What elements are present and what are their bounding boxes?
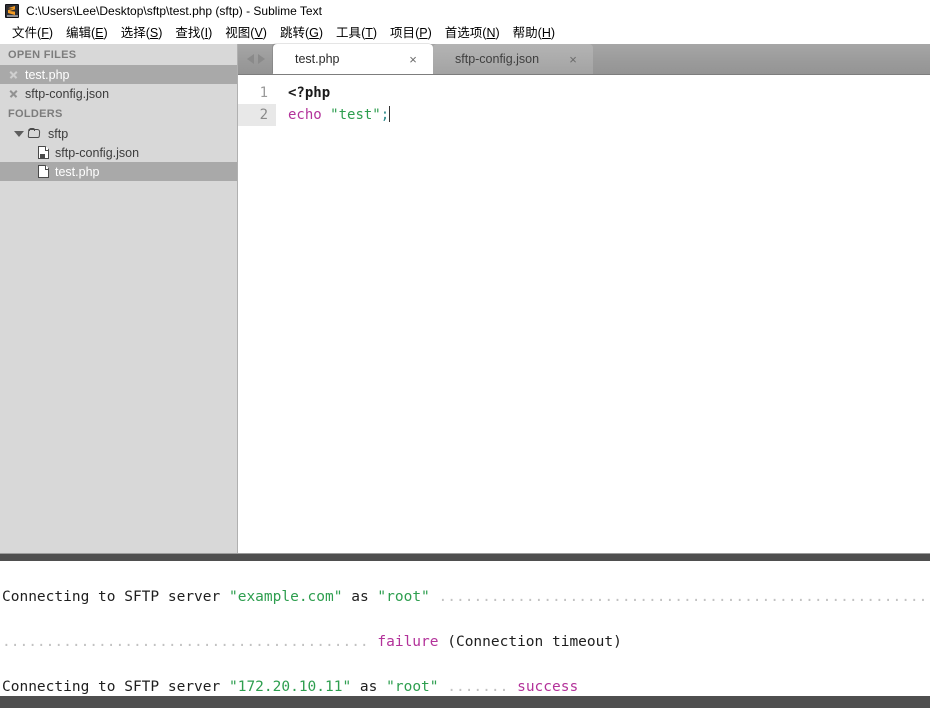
- console-dots: ........................................…: [438, 588, 930, 605]
- menu-preferences-label: 首选项: [444, 26, 483, 40]
- file-php-icon: [38, 165, 49, 178]
- menu-goto-label: 跳转: [279, 26, 305, 40]
- tab-sftp-config-json[interactable]: sftp-config.json ×: [433, 44, 593, 74]
- line-number: 1: [259, 85, 268, 101]
- tab-navigation: [238, 44, 273, 74]
- menu-edit-mnemonic: E: [95, 26, 104, 40]
- console-line-1: Connecting to SFTP server "example.com" …: [2, 586, 930, 609]
- open-file-label: sftp-config.json: [25, 86, 110, 101]
- menu-edit-label: 编辑: [66, 26, 92, 40]
- menu-preferences[interactable]: 首选项(N): [439, 24, 507, 42]
- php-open-tag: <?php: [288, 85, 331, 101]
- console-text: as: [351, 678, 387, 695]
- string-literal: "test": [330, 107, 381, 123]
- console-dots: ........................................…: [2, 633, 369, 650]
- chevron-down-icon[interactable]: [14, 130, 24, 137]
- open-file-label: test.php: [25, 67, 70, 82]
- close-icon[interactable]: [8, 69, 19, 80]
- tab-test-php[interactable]: test.php ×: [273, 44, 433, 74]
- menu-help-label: 帮助: [512, 26, 538, 40]
- menu-file-label: 文件: [12, 26, 38, 40]
- console-reason: (Connection timeout): [438, 633, 622, 650]
- open-file-test-php[interactable]: test.php: [0, 65, 237, 84]
- status-failure: failure: [377, 633, 439, 650]
- tab-label: sftp-config.json: [455, 52, 540, 66]
- tab-bar: test.php × sftp-config.json ×: [238, 44, 930, 75]
- console-user: "root": [386, 678, 439, 695]
- menu-bar: 文件(F) 编辑(E) 选择(S) 查找(I) 视图(V) 跳转(G) 工具(T…: [0, 22, 930, 44]
- text-cursor: [389, 106, 391, 122]
- console-line-2: ........................................…: [2, 631, 930, 654]
- menu-help[interactable]: 帮助(H): [507, 24, 562, 42]
- tab-label: test.php: [295, 52, 340, 66]
- line-number: 2: [238, 104, 276, 126]
- console-line-3: Connecting to SFTP server "172.20.10.11"…: [2, 676, 930, 697]
- menu-project[interactable]: 项目(P): [384, 24, 439, 42]
- menu-edit[interactable]: 编辑(E): [60, 24, 115, 42]
- code-line-1: <?php: [288, 82, 930, 104]
- open-file-sftp-config-json[interactable]: sftp-config.json: [0, 84, 237, 103]
- main-area: OPEN FILES test.php sftp-config.json FOL…: [0, 44, 930, 553]
- menu-help-mnemonic: H: [541, 26, 551, 40]
- menu-goto-mnemonic: G: [309, 26, 319, 40]
- menu-tools[interactable]: 工具(T): [330, 24, 384, 42]
- sublime-text-window: C:\Users\Lee\Desktop\sftp\test.php (sftp…: [0, 0, 930, 708]
- sidebar: OPEN FILES test.php sftp-config.json FOL…: [0, 44, 238, 553]
- tree-file-label: sftp-config.json: [55, 145, 140, 160]
- semicolon: ;: [380, 107, 390, 123]
- menu-find-label: 查找: [175, 26, 201, 40]
- sidebar-header-folders: FOLDERS: [8, 108, 63, 120]
- folder-open-icon: [28, 128, 42, 139]
- menu-selection-mnemonic: S: [149, 26, 159, 40]
- console-text: as: [342, 588, 378, 605]
- folder-label: sftp: [48, 126, 69, 141]
- close-icon[interactable]: ×: [403, 53, 433, 66]
- code-content[interactable]: <?php echo "test";: [276, 75, 930, 553]
- tree-file-sftp-config-json[interactable]: sftp-config.json: [0, 143, 237, 162]
- code-line-2: echo "test";: [276, 104, 930, 126]
- menu-view-mnemonic: V: [254, 26, 263, 40]
- file-json-icon: [38, 146, 49, 159]
- menu-project-mnemonic: P: [419, 26, 428, 40]
- status-success: success: [517, 678, 579, 695]
- console-dots: .......: [438, 678, 509, 695]
- menu-find-mnemonic: I: [204, 26, 209, 40]
- menu-view[interactable]: 视图(V): [219, 24, 274, 42]
- console-host: "example.com": [228, 588, 343, 605]
- menu-selection[interactable]: 选择(S): [115, 24, 170, 42]
- sidebar-header-open-files: OPEN FILES: [8, 49, 77, 61]
- menu-find[interactable]: 查找(I): [169, 24, 219, 42]
- folder-item-sftp[interactable]: sftp: [0, 124, 237, 143]
- console-text: Connecting to SFTP server: [2, 678, 229, 695]
- title-bar: C:\Users\Lee\Desktop\sftp\test.php (sftp…: [0, 0, 930, 22]
- chevron-left-icon[interactable]: [247, 54, 254, 64]
- menu-preferences-mnemonic: N: [486, 26, 496, 40]
- close-icon[interactable]: [8, 88, 19, 99]
- chevron-right-icon[interactable]: [258, 54, 265, 64]
- menu-tools-label: 工具: [336, 26, 362, 40]
- output-console[interactable]: Connecting to SFTP server "example.com" …: [0, 561, 930, 696]
- menu-view-label: 视图: [225, 26, 251, 40]
- close-icon[interactable]: ×: [563, 53, 593, 66]
- editor-pane: test.php × sftp-config.json × 1 2 <?php …: [238, 44, 930, 553]
- sublime-text-icon: [5, 4, 19, 18]
- tree-file-test-php[interactable]: test.php: [0, 162, 237, 181]
- menu-project-label: 项目: [390, 26, 416, 40]
- window-title: C:\Users\Lee\Desktop\sftp\test.php (sftp…: [26, 4, 322, 18]
- code-editor[interactable]: 1 2 <?php echo "test";: [238, 75, 930, 553]
- menu-selection-label: 选择: [120, 26, 146, 40]
- tree-file-label: test.php: [55, 164, 100, 179]
- console-user: "root": [377, 588, 430, 605]
- line-number-gutter: 1 2: [238, 75, 276, 553]
- echo-keyword: echo: [288, 107, 322, 123]
- console-text: Connecting to SFTP server: [2, 588, 229, 605]
- status-bar: [0, 696, 930, 708]
- menu-file-mnemonic: F: [41, 26, 49, 40]
- console-resize-handle[interactable]: [0, 553, 930, 561]
- menu-tools-mnemonic: T: [365, 26, 373, 40]
- console-host: "172.20.10.11": [228, 678, 352, 695]
- menu-goto[interactable]: 跳转(G): [274, 24, 330, 42]
- menu-file[interactable]: 文件(F): [6, 24, 60, 42]
